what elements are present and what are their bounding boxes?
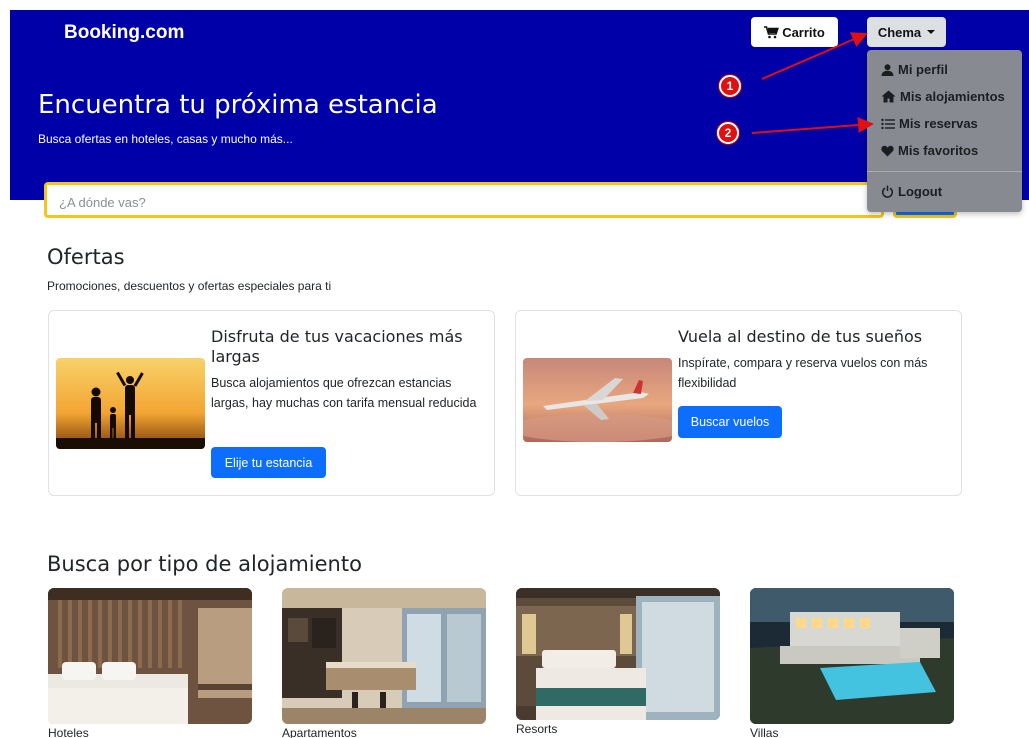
type-label: Hoteles [48, 726, 89, 738]
airplane-image [523, 358, 672, 442]
annotation-marker-1: 1 [719, 75, 741, 97]
accommodation-types-title: Busca por tipo de alojamiento [47, 552, 362, 576]
list-icon [881, 118, 895, 130]
menu-item-favorites[interactable]: Mis favoritos [881, 143, 978, 158]
menu-item-label: Logout [898, 184, 943, 199]
offers-title: Ofertas [47, 245, 125, 269]
destination-search-input[interactable]: ¿A dónde vas? [44, 182, 884, 218]
menu-item-accommodations[interactable]: Mis alojamientos [881, 89, 1005, 104]
user-menu-toggle[interactable]: Chema [867, 17, 946, 47]
hero-subtitle: Busca ofertas en hoteles, casas y mucho … [38, 132, 293, 146]
type-label: Resorts [516, 722, 558, 736]
type-label: Apartamentos [282, 726, 357, 738]
brand-logo[interactable]: Booking.com [64, 22, 184, 44]
menu-item-label: Mis favoritos [898, 143, 979, 158]
hero-title: Encuentra tu próxima estancia [38, 90, 438, 120]
type-label: Villas [750, 726, 779, 738]
home-icon [881, 90, 896, 103]
offer-card-title: Vuela al destino de tus sueños [678, 327, 923, 346]
type-card-apartments[interactable]: Apartamentos [282, 588, 486, 738]
family-sunset-image [56, 358, 205, 449]
offer-card-title: Disfruta de tus vacaciones más largas [211, 327, 463, 366]
user-name: Chema [877, 24, 922, 40]
cart-icon [764, 25, 780, 39]
heart-icon [881, 145, 894, 157]
villa-image [750, 588, 954, 724]
user-dropdown-menu: Mi perfil Mis alojamientos Mis reservas … [867, 50, 1022, 212]
offer-card-text: Busca alojamientos que ofrezcan estancia… [211, 376, 477, 410]
cart-button[interactable]: Carrito [751, 17, 838, 47]
offer-card-flights: Vuela al destino de tus sueños Inspírate… [515, 310, 962, 496]
offer-card-text: Inspírate, compara y reserva vuelos con … [678, 356, 928, 390]
menu-item-label: Mis reservas [899, 116, 978, 131]
menu-item-profile[interactable]: Mi perfil [881, 62, 948, 77]
type-card-resorts[interactable]: Resorts [516, 588, 720, 736]
search-flights-button[interactable]: Buscar vuelos [678, 406, 782, 438]
offers-subtitle: Promociones, descuentos y ofertas especi… [47, 279, 332, 293]
annotation-marker-2: 2 [717, 122, 739, 144]
menu-divider [867, 171, 1022, 172]
type-card-hotels[interactable]: Hoteles [48, 588, 252, 738]
power-icon [881, 185, 894, 198]
menu-item-bookings[interactable]: Mis reservas [881, 116, 978, 131]
hotel-room-image [48, 588, 252, 724]
resort-room-image [516, 588, 720, 720]
caret-down-icon [927, 30, 936, 34]
offer-card-long-stays: Disfruta de tus vacaciones más largas Bu… [48, 310, 495, 496]
apartment-image [282, 588, 486, 724]
user-icon [881, 63, 894, 76]
menu-item-label: Mis alojamientos [900, 89, 1005, 104]
type-card-villas[interactable]: Villas [750, 588, 954, 738]
menu-item-logout[interactable]: Logout [881, 184, 942, 199]
menu-item-label: Mi perfil [898, 62, 948, 77]
cart-label: Carrito [782, 24, 825, 40]
choose-stay-button[interactable]: Elije tu estancia [211, 447, 326, 478]
